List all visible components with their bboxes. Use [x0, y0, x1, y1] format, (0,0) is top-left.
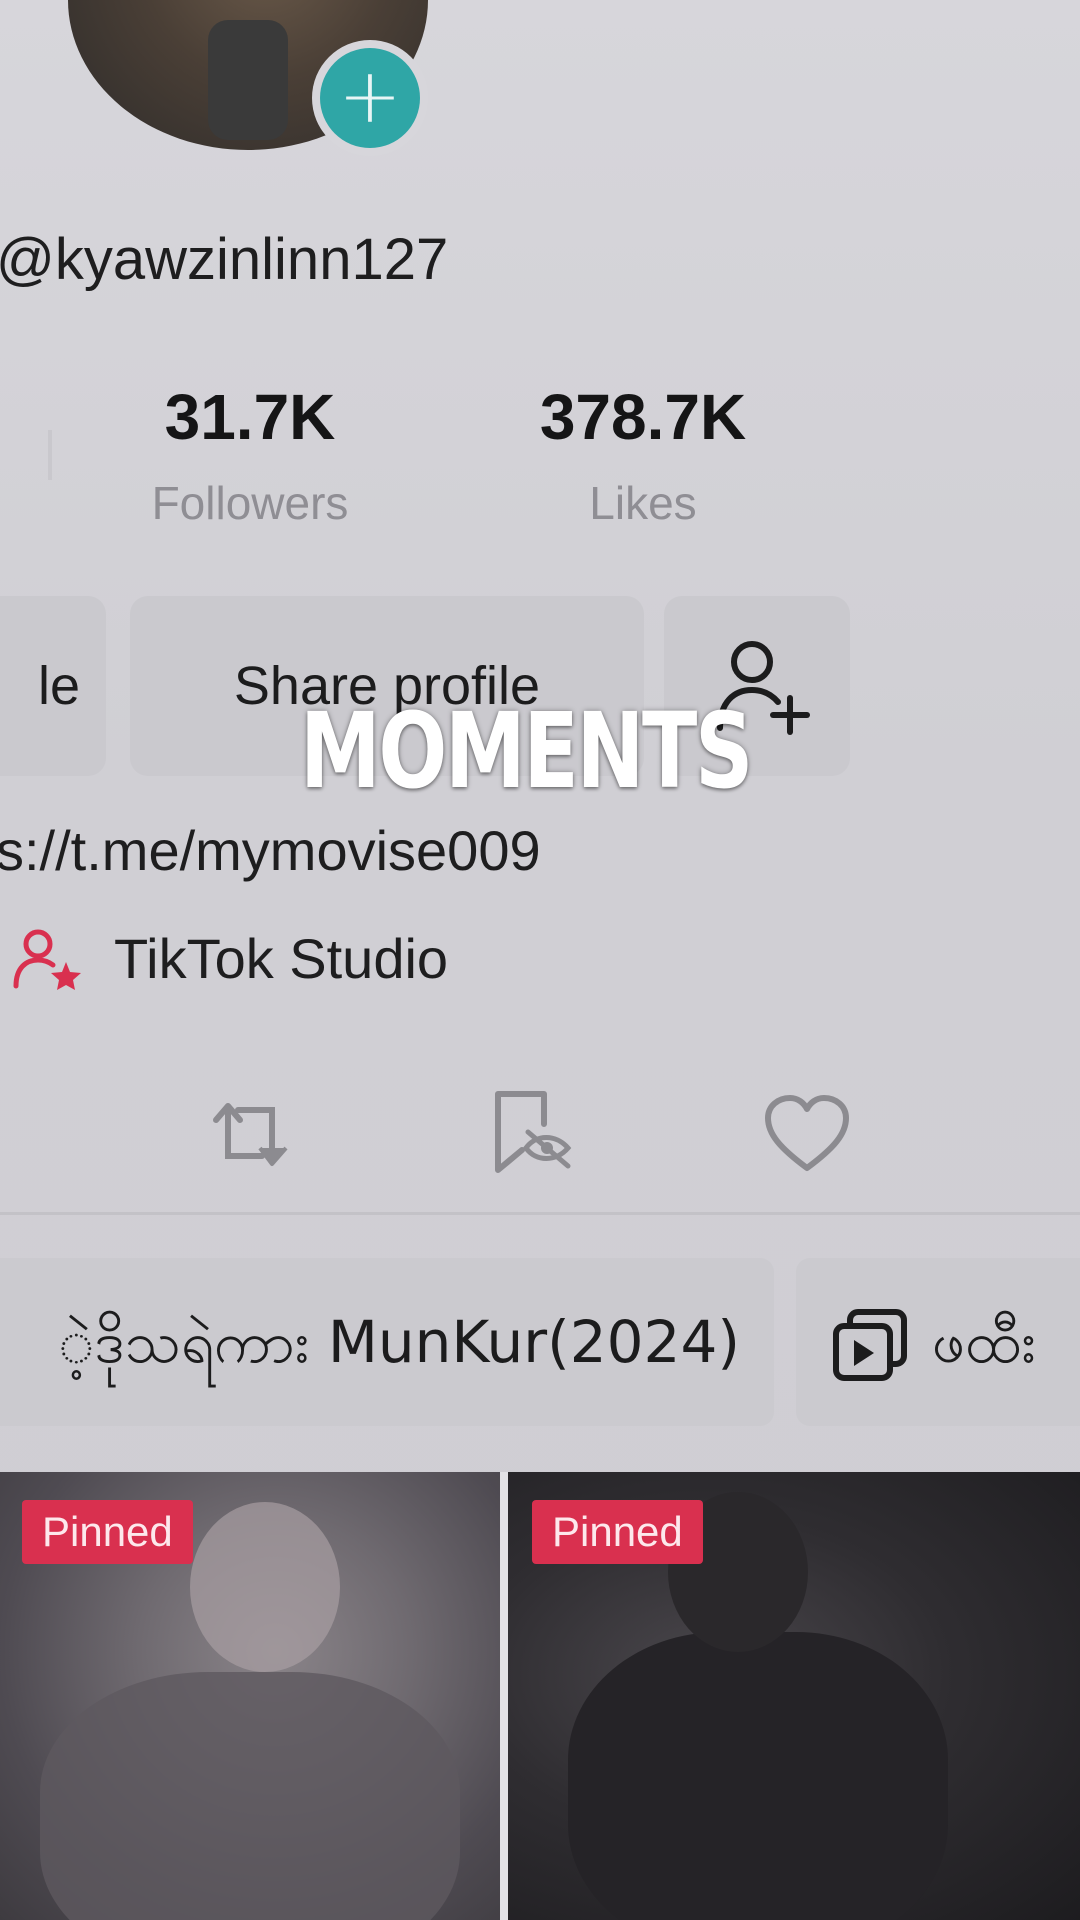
content-tabs	[0, 1080, 1080, 1210]
followers-stat[interactable]: 31.7K Followers	[130, 380, 370, 530]
stat-divider	[48, 430, 52, 480]
likes-count: 378.7K	[539, 381, 747, 453]
repost-icon	[213, 1103, 288, 1166]
avatar-photo-detail	[208, 20, 288, 140]
pinned-badge: Pinned	[532, 1500, 703, 1564]
overlay-caption: MOMENTS	[300, 690, 753, 812]
followers-label: Followers	[151, 477, 349, 529]
pinned-badge: Pinned	[22, 1500, 193, 1564]
video-thumbnail[interactable]: Pinned	[508, 1472, 1080, 1920]
username: @kyawzinlinn127	[0, 227, 449, 292]
grid-icon	[0, 1090, 10, 1180]
thumbnail-image	[190, 1502, 340, 1672]
bio-link[interactable]: s://t.me/mymovise009	[0, 818, 541, 883]
thumbnail-image	[568, 1632, 948, 1920]
tab-reposts[interactable]	[202, 1090, 298, 1184]
private-bookmark-icon	[495, 1091, 572, 1173]
edit-profile-label: le	[37, 656, 80, 716]
likes-label: Likes	[589, 477, 697, 529]
playlist-card[interactable]: ဖထီး	[796, 1258, 1080, 1426]
playlist-title: ဲ့ဒိုသရဲကား MunKur(2024)	[58, 1308, 740, 1376]
tab-videos[interactable]	[0, 1090, 10, 1184]
add-avatar-button[interactable]: +	[312, 40, 428, 156]
tiktok-studio-link[interactable]: TikTok Studio	[12, 926, 448, 991]
tab-liked[interactable]	[762, 1094, 852, 1178]
plus-icon: +	[320, 48, 420, 148]
creator-star-icon	[13, 929, 81, 990]
video-grid: Pinned Pinned	[0, 1472, 1080, 1920]
followers-count: 31.7K	[164, 381, 336, 453]
thumbnail-image	[40, 1672, 460, 1920]
heart-icon	[765, 1095, 849, 1171]
playlist-card[interactable]: ဲ့ဒိုသရဲကား MunKur(2024)	[0, 1258, 774, 1426]
tabs-divider	[0, 1212, 1080, 1215]
likes-stat[interactable]: 378.7K Likes	[520, 380, 766, 530]
tab-favorites[interactable]	[492, 1088, 576, 1182]
edit-profile-button[interactable]: le	[0, 596, 106, 776]
playlist-title: ဖထီး	[932, 1308, 1036, 1376]
playlist-icon	[833, 1309, 907, 1381]
tiktok-studio-label: TikTok Studio	[114, 927, 449, 990]
video-thumbnail[interactable]: Pinned	[0, 1472, 500, 1920]
profile-page: + @kyawzinlinn127 31.7K Followers 378.7K…	[0, 0, 1080, 1920]
